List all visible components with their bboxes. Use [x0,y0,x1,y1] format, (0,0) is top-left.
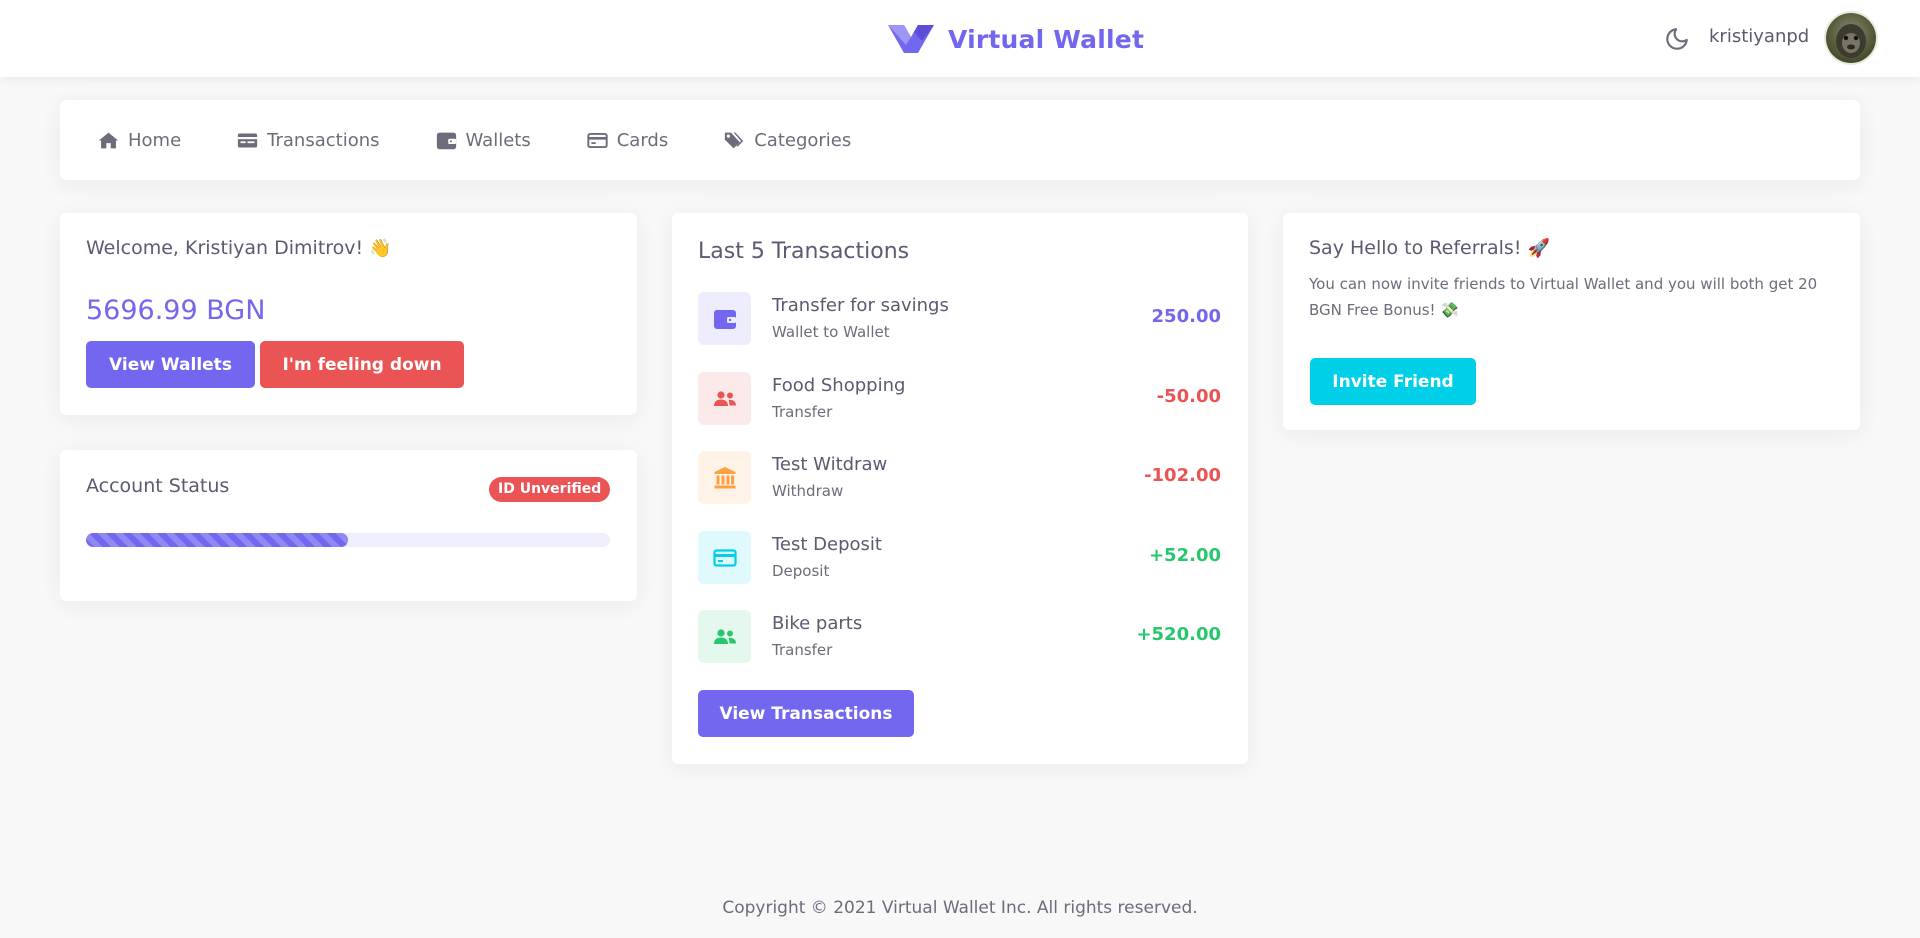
transaction-type: Withdraw [772,482,844,500]
user-avatar[interactable] [1826,13,1876,63]
avatar-image [1836,24,1866,58]
transaction-row[interactable]: Food Shopping Transfer -50.00 [698,372,1221,426]
feeling-down-button[interactable]: I'm feeling down [260,341,464,388]
nav-label: Cards [616,129,669,151]
transaction-icon-box [698,531,751,584]
transaction-name: Test Deposit [772,534,882,555]
referrals-description: You can now invite friends to Virtual Wa… [1309,271,1849,323]
welcome-title: Welcome, Kristiyan Dimitrov! 👋 [86,237,392,259]
transaction-row[interactable]: Transfer for savings Wallet to Wallet 25… [698,292,1221,346]
transaction-name: Transfer for savings [772,295,949,316]
transactions-icon [238,133,258,147]
nav-label: Wallets [465,129,531,151]
nav-label: Transactions [267,129,380,151]
credit-card-icon [587,132,608,148]
bank-icon [714,466,735,488]
transaction-icon-box [698,372,751,425]
nav-item-categories[interactable]: Categories [724,130,851,151]
transaction-name: Test Witdraw [772,454,888,475]
nav-item-home[interactable]: Home [98,130,181,151]
transaction-icon-box [698,292,751,345]
nav-item-transactions[interactable]: Transactions [237,129,380,151]
account-status-card: Account Status ID Unverified [60,450,637,601]
home-icon [98,132,119,148]
tags-icon [725,132,744,148]
rocket-icon: 🚀 [1527,238,1550,259]
progress-fill [86,533,348,547]
wallet-icon [436,132,456,149]
welcome-text: Welcome, Kristiyan Dimitrov! [86,237,364,259]
verification-progress-bar [86,533,610,547]
transactions-card: Last 5 Transactions Transfer for savings… [672,213,1248,764]
brand[interactable]: Virtual Wallet [888,22,1144,56]
transaction-row[interactable]: Test Witdraw Withdraw -102.00 [698,451,1221,505]
nav-item-cards[interactable]: Cards [587,129,669,151]
transaction-icon-box [698,451,751,504]
footer-copyright: Copyright © 2021 Virtual Wallet Inc. All… [722,898,1198,918]
referrals-text: You can now invite friends to Virtual Wa… [1309,275,1818,319]
users-icon [713,390,736,406]
transaction-type: Transfer [772,641,833,659]
balance: 5696.99 BGN [86,295,266,326]
transaction-name: Food Shopping [772,375,906,396]
account-status-title: Account Status [86,475,230,497]
transaction-icon-box [698,610,751,663]
brand-name: Virtual Wallet [948,24,1145,54]
welcome-card: Welcome, Kristiyan Dimitrov! 👋 5696.99 B… [60,213,637,415]
username[interactable]: kristiyanpd [1709,26,1809,47]
view-wallets-button[interactable]: View Wallets [86,341,255,388]
top-bar: Virtual Wallet kristiyanpd [0,0,1920,77]
virtual-wallet-logo-icon [888,25,934,53]
credit-card-icon [712,548,737,567]
transaction-type: Wallet to Wallet [772,323,890,341]
transaction-name: Bike parts [772,613,863,634]
transaction-amount: +52.00 [1148,545,1221,566]
nav-item-wallets[interactable]: Wallets [436,130,531,151]
transaction-amount: +520.00 [1136,624,1221,645]
referrals-title-text: Say Hello to Referrals! [1309,237,1522,259]
referrals-card: Say Hello to Referrals! 🚀 You can now in… [1283,213,1860,430]
transaction-amount: 250.00 [1151,306,1221,327]
invite-friend-button[interactable]: Invite Friend [1310,358,1476,405]
waving-hand-icon: 👋 [369,238,392,259]
referrals-title: Say Hello to Referrals! 🚀 [1309,237,1550,259]
nav-label: Home [128,129,182,151]
transaction-type: Transfer [772,403,833,421]
users-icon [713,628,736,644]
transaction-row[interactable]: Test Deposit Deposit +52.00 [698,531,1221,585]
moon-icon[interactable] [1664,26,1690,52]
wallet-icon [713,309,736,329]
nav-label: Categories [754,129,852,151]
status-badge: ID Unverified [489,477,611,502]
transaction-amount: -102.00 [1144,465,1221,486]
transaction-type: Deposit [772,562,830,580]
transaction-row[interactable]: Bike parts Transfer +520.00 [698,610,1221,664]
money-icon: 💸 [1440,301,1460,319]
transaction-amount: -50.00 [1156,386,1221,407]
main-navigation: Home Transactions Wallets Cards Categori… [60,100,1860,180]
transactions-title: Last 5 Transactions [698,239,910,264]
view-transactions-button[interactable]: View Transactions [698,690,914,737]
